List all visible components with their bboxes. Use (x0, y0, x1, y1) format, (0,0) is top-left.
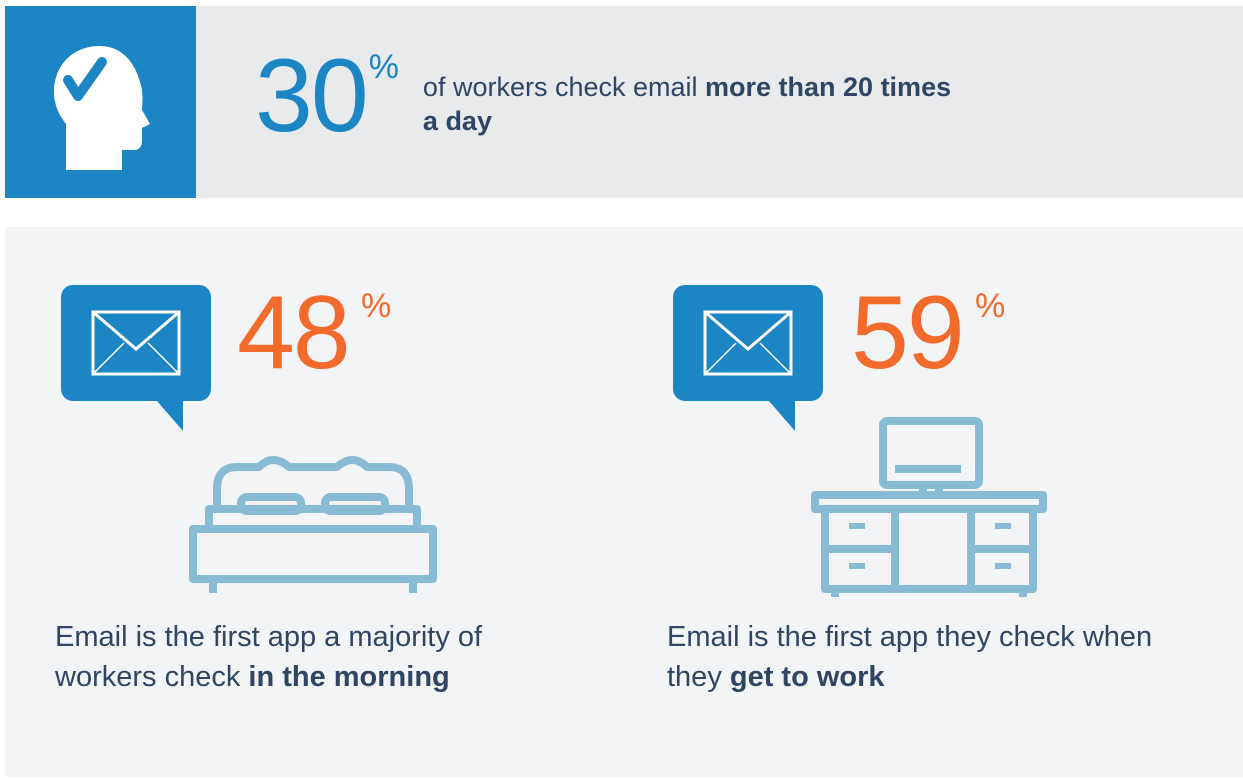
top-stat-text: of workers check email (422, 72, 706, 102)
top-stat-unit: % (368, 48, 399, 86)
left-stat-value: 48 (237, 275, 351, 391)
left-stat-caption-bold: in the morning (248, 661, 450, 693)
desk-computer-icon (811, 417, 1047, 597)
top-stat-description: of workers check email more than 20 time… (423, 70, 963, 138)
right-stat-caption-bold: get to work (729, 661, 885, 693)
right-stat-caption: Email is the first app they check when t… (667, 617, 1187, 697)
left-stat-unit: % (361, 287, 392, 325)
email-bubble-icon (673, 285, 823, 431)
top-stat: 30 % of workers check email more than 20… (255, 44, 963, 148)
top-banner: 30 % of workers check email more than 20… (5, 6, 1243, 198)
top-stat-value: 30 (255, 38, 369, 154)
stats-panel: 48 % Email is the first app a majority o… (5, 227, 1243, 777)
email-bubble-icon (61, 285, 211, 431)
left-stat-caption: Email is the first app a majority of wor… (55, 617, 575, 697)
right-stat-value: 59 (851, 275, 965, 391)
head-checkmark-icon (54, 46, 150, 170)
bed-icon (189, 456, 437, 593)
head-checkmark-tile (5, 6, 196, 198)
right-stat-unit: % (975, 287, 1006, 325)
